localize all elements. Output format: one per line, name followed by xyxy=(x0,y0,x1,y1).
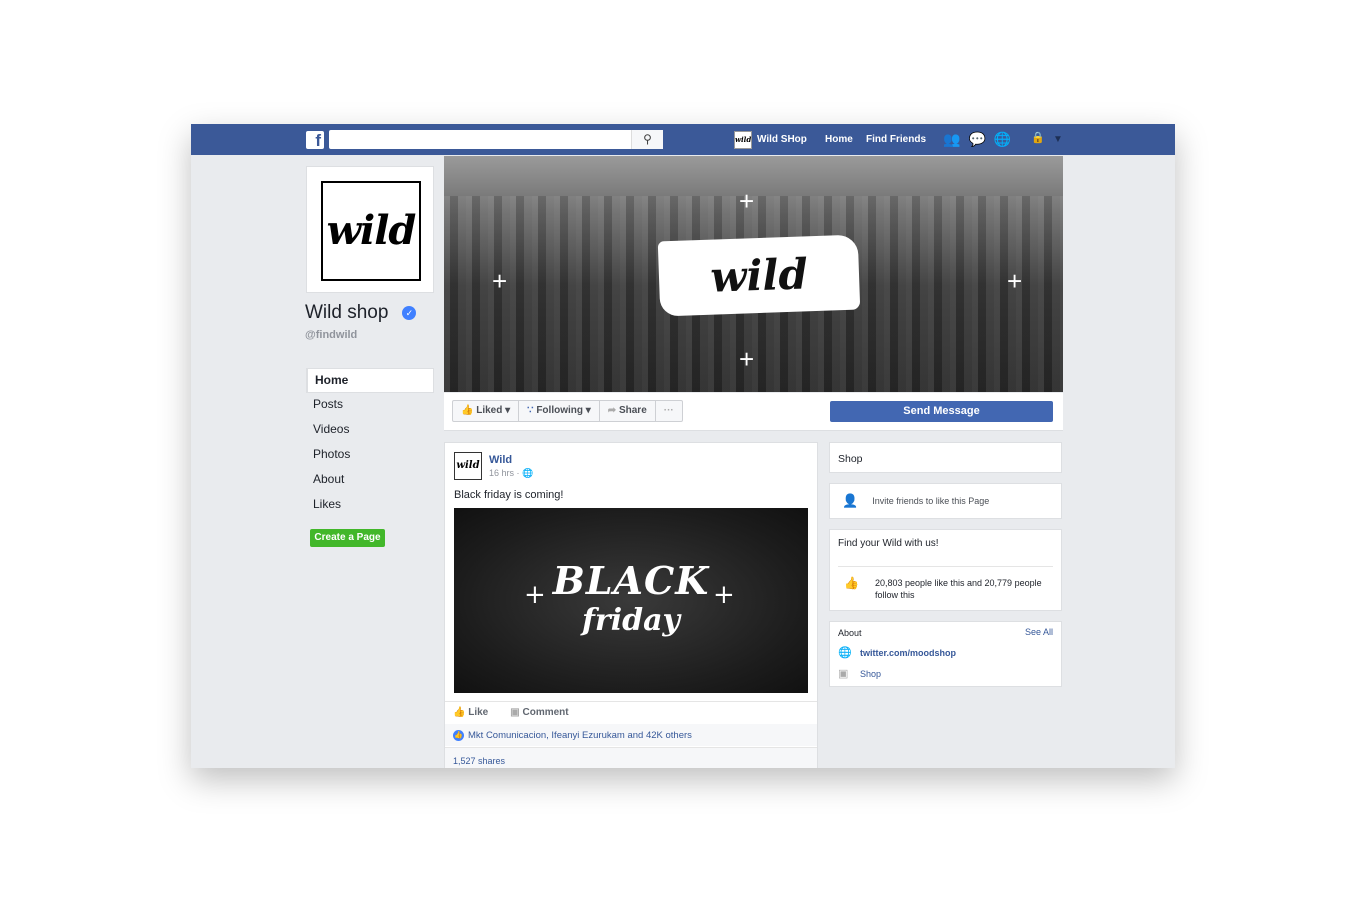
like-reaction-icon: 👍 xyxy=(453,729,464,741)
liked-button[interactable]: 👍 Liked ▾ xyxy=(453,401,520,421)
page-avatar: wild xyxy=(734,130,752,149)
nav-page-link[interactable]: wild Wild SHop xyxy=(734,124,807,155)
create-page-button[interactable]: Create a Page xyxy=(310,529,385,547)
post-reactions[interactable]: 👍 Mkt Comunicacion, Ifeanyi Ezurukam and … xyxy=(445,724,817,746)
like-button[interactable]: 👍 Like xyxy=(453,707,488,718)
plus-decoration-icon: + xyxy=(524,580,546,610)
nav-page-name: Wild SHop xyxy=(757,134,807,145)
globe-icon: 🌐 xyxy=(522,468,534,478)
top-navbar: f ⚲ wild Wild SHop Home Find Friends 👥 💬 … xyxy=(191,124,1175,155)
post-author[interactable]: Wild xyxy=(489,454,512,466)
notifications-icon[interactable]: 🌐 xyxy=(994,131,1011,149)
twitter-link[interactable]: 🌐 twitter.com/moodshop xyxy=(830,642,1061,663)
thumbs-up-icon: 👍 xyxy=(844,576,859,590)
dropdown-arrow-icon[interactable]: ▼ xyxy=(1053,131,1063,149)
nav-home[interactable]: Home xyxy=(825,124,853,155)
sidebar-item-videos[interactable]: Videos xyxy=(306,418,434,443)
page-action-bar: 👍 Liked ▾ ∵ Following ▾ ➦ Share ··· Send… xyxy=(444,393,1063,431)
about-summary-card: Find your Wild with us! 👍 20,803 people … xyxy=(829,529,1062,611)
sidebar-item-about[interactable]: About xyxy=(306,468,434,493)
verified-badge-icon: ✓ xyxy=(402,306,417,320)
plus-decoration-icon: + xyxy=(713,580,735,610)
more-button[interactable]: ··· xyxy=(656,401,682,421)
about-card: About See All 🌐 twitter.com/moodshop ▣ Sho… xyxy=(829,621,1062,687)
send-message-button[interactable]: Send Message xyxy=(830,401,1053,422)
search-input[interactable]: ⚲ xyxy=(329,130,663,149)
post-text: Black friday is coming! xyxy=(454,489,564,501)
see-all-link[interactable]: See All xyxy=(1025,627,1053,637)
page-title: Wild shop xyxy=(305,302,389,323)
page-tagline: Find your Wild with us! xyxy=(838,538,939,549)
post-card: wild Wild 16 hrs · 🌐 Black friday is com… xyxy=(444,442,818,768)
sidebar-item-likes[interactable]: Likes xyxy=(306,493,434,518)
page-sidebar-nav: Home Posts Videos Photos About Likes xyxy=(306,368,434,518)
cover-logo: wild xyxy=(657,234,861,317)
likes-stats: 20,803 people like this and 20,779 peopl… xyxy=(874,578,1042,600)
sidebar-item-posts[interactable]: Posts xyxy=(306,393,434,418)
post-time: 16 hrs · 🌐 xyxy=(489,468,534,478)
invite-friends-card[interactable]: 👤 Invite friends to like this Page xyxy=(829,483,1062,519)
messages-icon[interactable]: 💬 xyxy=(968,131,985,149)
privacy-icon[interactable]: 🔒 xyxy=(1031,131,1045,149)
add-friend-icon: 👤 xyxy=(842,493,859,508)
facebook-logo[interactable]: f xyxy=(306,131,324,149)
share-button[interactable]: ➦ Share xyxy=(600,401,656,421)
comment-button[interactable]: ▣ Comment xyxy=(510,707,568,718)
plus-decoration-icon: + xyxy=(739,186,755,216)
shop-card[interactable]: Shop xyxy=(829,442,1062,473)
plus-decoration-icon: + xyxy=(1007,266,1023,296)
shop-icon: ▣ xyxy=(838,668,849,680)
profile-picture[interactable]: wild xyxy=(306,166,434,293)
plus-decoration-icon: + xyxy=(739,344,755,374)
plus-decoration-icon: + xyxy=(492,266,508,296)
post-image[interactable]: BLACK friday + + xyxy=(454,508,808,693)
shop-link[interactable]: ▣ Shop xyxy=(830,663,1061,684)
post-avatar[interactable]: wild xyxy=(454,452,482,480)
sidebar-item-photos[interactable]: Photos xyxy=(306,443,434,468)
cover-photo[interactable]: wild + + + + xyxy=(444,156,1063,392)
browser-window: f ⚲ wild Wild SHop Home Find Friends 👥 💬 … xyxy=(191,124,1175,768)
globe-icon: 🌐 xyxy=(838,647,852,659)
search-icon[interactable]: ⚲ xyxy=(631,130,663,149)
friend-requests-icon[interactable]: 👥 xyxy=(943,131,960,149)
page-handle: @findwild xyxy=(305,329,358,341)
post-shares[interactable]: 1,527 shares xyxy=(445,747,817,768)
following-button[interactable]: ∵ Following ▾ xyxy=(519,401,600,421)
sidebar-item-home[interactable]: Home xyxy=(306,368,434,393)
nav-find-friends[interactable]: Find Friends xyxy=(866,124,926,155)
